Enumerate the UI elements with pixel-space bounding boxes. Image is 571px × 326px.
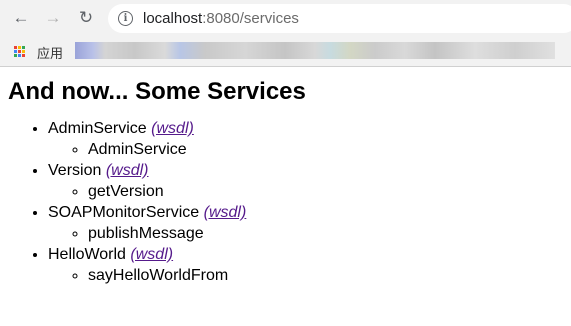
service-item: Version (wsdl) getVersion <box>48 160 563 202</box>
apps-label[interactable]: 应用 <box>37 43 63 62</box>
operation-item: publishMessage <box>88 223 563 244</box>
services-list: AdminService (wsdl) AdminService Version… <box>8 118 563 286</box>
url-text[interactable]: localhost:8080/services <box>143 10 299 27</box>
operations-list: sayHelloWorldFrom <box>48 265 563 286</box>
address-bar[interactable]: i localhost:8080/services <box>108 4 571 33</box>
operation-item: getVersion <box>88 181 563 202</box>
blurred-bookmarks <box>75 42 555 59</box>
operation-item: sayHelloWorldFrom <box>88 265 563 286</box>
apps-grid-icon[interactable] <box>14 46 26 58</box>
forward-arrow-icon[interactable]: → <box>42 7 64 29</box>
url-path: :8080/services <box>202 10 299 27</box>
service-name: AdminService <box>48 120 147 137</box>
operation-item: AdminService <box>88 139 563 160</box>
reload-icon[interactable]: ↻ <box>75 7 97 29</box>
operations-list: publishMessage <box>48 223 563 244</box>
wsdl-link[interactable]: (wsdl) <box>106 162 149 179</box>
service-item: SOAPMonitorService (wsdl) publishMessage <box>48 202 563 244</box>
operations-list: getVersion <box>48 181 563 202</box>
service-name: Version <box>48 162 102 179</box>
service-item: HelloWorld (wsdl) sayHelloWorldFrom <box>48 244 563 286</box>
service-item: AdminService (wsdl) AdminService <box>48 118 563 160</box>
browser-toolbar: ← → ↻ i localhost:8080/services <box>0 0 571 37</box>
url-host: localhost <box>143 10 203 27</box>
info-icon[interactable]: i <box>118 11 133 26</box>
wsdl-link[interactable]: (wsdl) <box>204 204 247 221</box>
service-name: HelloWorld <box>48 246 126 263</box>
wsdl-link[interactable]: (wsdl) <box>151 120 194 137</box>
page-content: And now... Some Services AdminService (w… <box>0 78 571 286</box>
back-arrow-icon[interactable]: ← <box>10 7 32 29</box>
bookmarks-bar: 应用 <box>0 37 571 67</box>
service-name: SOAPMonitorService <box>48 204 200 221</box>
wsdl-link[interactable]: (wsdl) <box>130 246 173 263</box>
page-title: And now... Some Services <box>8 78 306 105</box>
operations-list: AdminService <box>48 139 563 160</box>
